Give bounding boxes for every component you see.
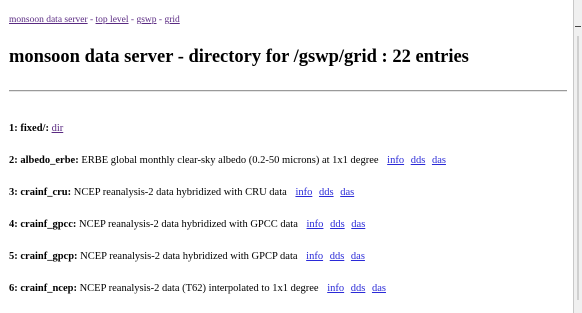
horizontal-rule bbox=[9, 90, 567, 92]
scrollbar-tick bbox=[575, 26, 581, 27]
browser-viewport: monsoon data server - top level - gswp -… bbox=[0, 0, 582, 313]
breadcrumb: monsoon data server - top level - gswp -… bbox=[9, 15, 180, 25]
entry-row: 4: crainf_gpcc: NCEP reanalysis-2 data h… bbox=[9, 219, 365, 230]
breadcrumb-separator: - bbox=[87, 15, 96, 25]
das-link[interactable]: das bbox=[340, 187, 354, 198]
entry-label: 6: crainf_ncep: bbox=[9, 283, 77, 294]
info-link[interactable]: info bbox=[387, 155, 404, 166]
entry-label: 3: crainf_cru: bbox=[9, 187, 72, 198]
das-link[interactable]: das bbox=[372, 283, 386, 294]
page-title: monsoon data server - directory for /gsw… bbox=[9, 47, 469, 67]
dir-link[interactable]: dir bbox=[52, 123, 64, 134]
entry-description: ERBE global monthly clear-sky albedo (0.… bbox=[81, 155, 379, 166]
das-link[interactable]: das bbox=[432, 155, 446, 166]
entry-description: NCEP reanalysis-2 data hybridized with G… bbox=[78, 219, 298, 230]
breadcrumb-link-gswp[interactable]: gswp bbox=[136, 15, 156, 25]
entry-description: NCEP reanalysis-2 data (T62) interpolate… bbox=[79, 283, 319, 294]
entry-label: 5: crainf_gpcp: bbox=[9, 251, 78, 262]
entry-description: NCEP reanalysis-2 data hybridized with G… bbox=[80, 251, 298, 262]
das-link[interactable]: das bbox=[351, 251, 365, 262]
entry-label: 4: crainf_gpcc: bbox=[9, 219, 77, 230]
dds-link[interactable]: dds bbox=[411, 155, 426, 166]
entry-row: 5: crainf_gpcp: NCEP reanalysis-2 data h… bbox=[9, 251, 365, 262]
entry-row: 3: crainf_cru: NCEP reanalysis-2 data hy… bbox=[9, 187, 354, 198]
breadcrumb-link-server[interactable]: monsoon data server bbox=[9, 15, 88, 25]
page-content: monsoon data server - top level - gswp -… bbox=[0, 0, 574, 313]
das-link[interactable]: das bbox=[351, 219, 365, 230]
vertical-scrollbar[interactable] bbox=[574, 0, 582, 313]
scrollbar-track[interactable] bbox=[577, 36, 579, 300]
dds-link[interactable]: dds bbox=[330, 251, 345, 262]
entry-label: 1: fixed/: bbox=[9, 123, 49, 134]
entry-label: 2: albedo_erbe: bbox=[9, 155, 79, 166]
entry-row: 1: fixed/: dir bbox=[9, 123, 63, 134]
entry-row: 6: crainf_ncep: NCEP reanalysis-2 data (… bbox=[9, 283, 386, 294]
dds-link[interactable]: dds bbox=[351, 283, 366, 294]
info-link[interactable]: info bbox=[295, 187, 312, 198]
info-link[interactable]: info bbox=[327, 283, 344, 294]
info-link[interactable]: info bbox=[307, 219, 324, 230]
info-link[interactable]: info bbox=[306, 251, 323, 262]
dds-link[interactable]: dds bbox=[319, 187, 334, 198]
breadcrumb-link-top-level[interactable]: top level bbox=[96, 15, 129, 25]
breadcrumb-link-grid[interactable]: grid bbox=[164, 15, 179, 25]
dds-link[interactable]: dds bbox=[330, 219, 345, 230]
entry-row: 2: albedo_erbe: ERBE global monthly clea… bbox=[9, 155, 446, 166]
entry-description: NCEP reanalysis-2 data hybridized with C… bbox=[73, 187, 287, 198]
